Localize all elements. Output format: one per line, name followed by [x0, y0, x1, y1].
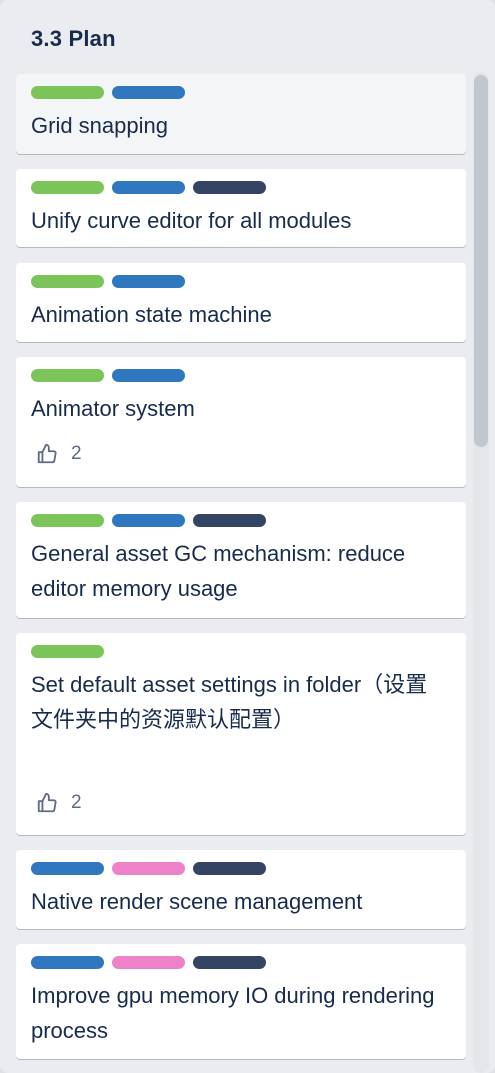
label-blue[interactable] — [31, 956, 104, 969]
card-labels[interactable] — [31, 956, 266, 969]
like-count: 2 — [71, 792, 82, 813]
card-title: Improve gpu memory IO during rendering p… — [31, 983, 435, 1043]
card-title: General asset GC mechanism: reduce edito… — [31, 541, 406, 601]
like-count: 2 — [71, 443, 82, 464]
label-green[interactable] — [31, 275, 104, 288]
card-labels[interactable] — [31, 86, 185, 99]
label-green[interactable] — [31, 645, 104, 658]
label-green[interactable] — [31, 86, 104, 99]
label-blue[interactable] — [112, 275, 185, 288]
card-labels[interactable] — [31, 514, 266, 527]
card-native-render-scene[interactable]: Native render scene management — [16, 850, 466, 929]
scrollbar-thumb[interactable] — [474, 75, 488, 447]
label-pink[interactable] — [112, 956, 185, 969]
label-blue[interactable] — [112, 181, 185, 194]
like-badge[interactable]: 2 — [36, 791, 82, 815]
list-title[interactable]: 3.3 Plan — [31, 26, 116, 52]
thumbs-up-icon — [37, 443, 57, 464]
card-title: Set default asset settings in folder（设置文… — [31, 672, 428, 732]
card-labels[interactable] — [31, 369, 185, 382]
thumbs-up-icon — [37, 792, 57, 813]
card-title: Animation state machine — [31, 302, 272, 327]
card-labels[interactable] — [31, 862, 266, 875]
card-unify-curve-editor[interactable]: Unify curve editor for all modules — [16, 169, 466, 247]
label-blue[interactable] — [112, 514, 185, 527]
label-blue[interactable] — [112, 86, 185, 99]
label-green[interactable] — [31, 181, 104, 194]
label-dark[interactable] — [193, 514, 266, 527]
label-pink[interactable] — [112, 862, 185, 875]
card-title: Grid snapping — [31, 113, 168, 138]
card-labels[interactable] — [31, 181, 266, 194]
label-dark[interactable] — [193, 181, 266, 194]
card-animation-state-machine[interactable]: Animation state machine — [16, 263, 466, 342]
card-title: Animator system — [31, 396, 195, 421]
label-blue[interactable] — [112, 369, 185, 382]
card-labels[interactable] — [31, 645, 104, 658]
card-default-asset-settings[interactable]: Set default asset settings in folder（设置文… — [16, 633, 466, 835]
card-improve-gpu-memory[interactable]: Improve gpu memory IO during rendering p… — [16, 944, 466, 1059]
card-grid-snapping[interactable]: Grid snapping — [16, 74, 466, 154]
list-column: 3.3 Plan Grid snapping Unify curve edito… — [0, 0, 495, 1073]
label-dark[interactable] — [193, 956, 266, 969]
card-title: Native render scene management — [31, 889, 363, 914]
card-labels[interactable] — [31, 275, 185, 288]
card-general-asset-gc[interactable]: General asset GC mechanism: reduce edito… — [16, 502, 466, 618]
label-dark[interactable] — [193, 862, 266, 875]
like-badge[interactable]: 2 — [36, 442, 82, 466]
card-title: Unify curve editor for all modules — [31, 208, 352, 233]
label-green[interactable] — [31, 369, 104, 382]
label-blue[interactable] — [31, 862, 104, 875]
card-animator-system[interactable]: Animator system 2 — [16, 357, 466, 487]
label-green[interactable] — [31, 514, 104, 527]
